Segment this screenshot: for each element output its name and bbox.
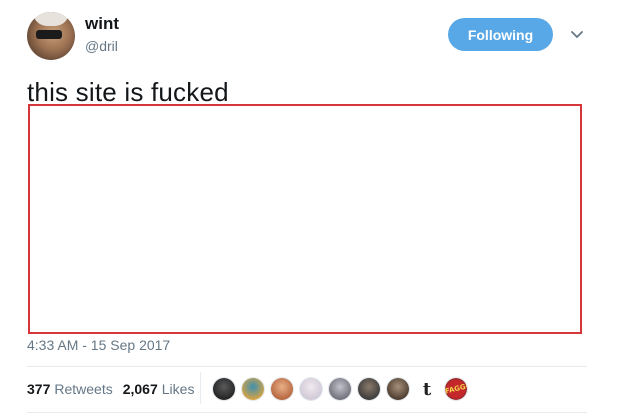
liker-avatar-icon[interactable] — [270, 377, 294, 401]
liker-avatar-icon[interactable] — [328, 377, 352, 401]
retweets-count: 377 — [27, 381, 51, 397]
tweet-media-frame — [28, 104, 582, 334]
stats-divider-top — [27, 366, 587, 367]
avatar-hair — [33, 12, 69, 26]
author-display-name[interactable]: wint — [85, 14, 119, 34]
liker-avatar-icon[interactable] — [241, 377, 265, 401]
tweet-timestamp[interactable]: 4:33 AM - 15 Sep 2017 — [27, 337, 170, 353]
avatar-sunglasses — [36, 30, 62, 39]
liker-avatar-icon[interactable] — [386, 377, 410, 401]
retweets-stat[interactable]: 377 Retweets — [27, 381, 113, 397]
likes-count: 2,067 — [122, 381, 158, 397]
likes-stat[interactable]: 2,067 Likes — [123, 381, 195, 397]
retweets-label: Retweets — [54, 381, 113, 397]
likes-label: Likes — [161, 381, 195, 397]
stats-separator — [200, 372, 201, 404]
liker-badge-icon[interactable]: FAGGO — [444, 377, 468, 401]
liker-avatar-icon[interactable] — [357, 377, 381, 401]
chevron-down-icon[interactable] — [569, 28, 585, 42]
stats-divider-bottom — [27, 412, 587, 413]
liker-avatar-icon[interactable] — [299, 377, 323, 401]
tweet-stats: 377 Retweets 2,067 Likes — [27, 381, 194, 397]
author-avatar[interactable] — [27, 12, 75, 60]
author-handle[interactable]: @dril — [85, 38, 118, 54]
tumblr-t-icon[interactable]: t — [415, 377, 439, 401]
following-button[interactable]: Following — [448, 18, 553, 51]
liker-avatar-icon[interactable] — [212, 377, 236, 401]
likers-avatars: t FAGGO — [212, 377, 473, 401]
